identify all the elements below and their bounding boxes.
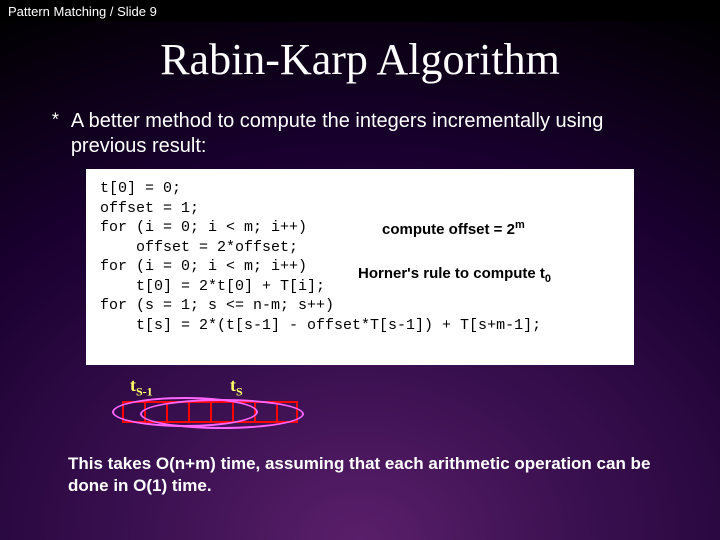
- code-line: offset = 2*offset;: [100, 238, 620, 258]
- bullet-item: * A better method to compute the integer…: [50, 109, 680, 159]
- slide-title: Rabin-Karp Algorithm: [0, 34, 720, 85]
- code-line: offset = 1;: [100, 199, 620, 219]
- code-line: for (s = 1; s <= n-m; s++): [100, 296, 620, 316]
- bullet-text: A better method to compute the integers …: [71, 109, 680, 159]
- label-ts: tS: [230, 375, 243, 400]
- code-line: for (i = 0; i < m; i++): [100, 218, 620, 238]
- ellipse-curr-window: [140, 399, 304, 429]
- code-line: t[0] = 0;: [100, 179, 620, 199]
- label-ts-1: tS-1: [130, 375, 153, 400]
- code-line: t[s] = 2*(t[s-1] - offset*T[s-1]) + T[s+…: [100, 316, 620, 336]
- code-block: t[0] = 0; offset = 1; for (i = 0; i < m;…: [86, 169, 634, 365]
- window-diagram: tS-1 tS: [108, 373, 328, 435]
- bullet-icon: *: [50, 112, 61, 132]
- annotation-horner: Horner's rule to compute t0: [358, 265, 551, 285]
- annotation-offset: compute offset = 2m: [382, 219, 525, 238]
- header-text: Pattern Matching / Slide 9: [8, 4, 157, 19]
- slide-header: Pattern Matching / Slide 9: [0, 0, 720, 22]
- conclusion-text: This takes O(n+m) time, assuming that ea…: [68, 453, 660, 497]
